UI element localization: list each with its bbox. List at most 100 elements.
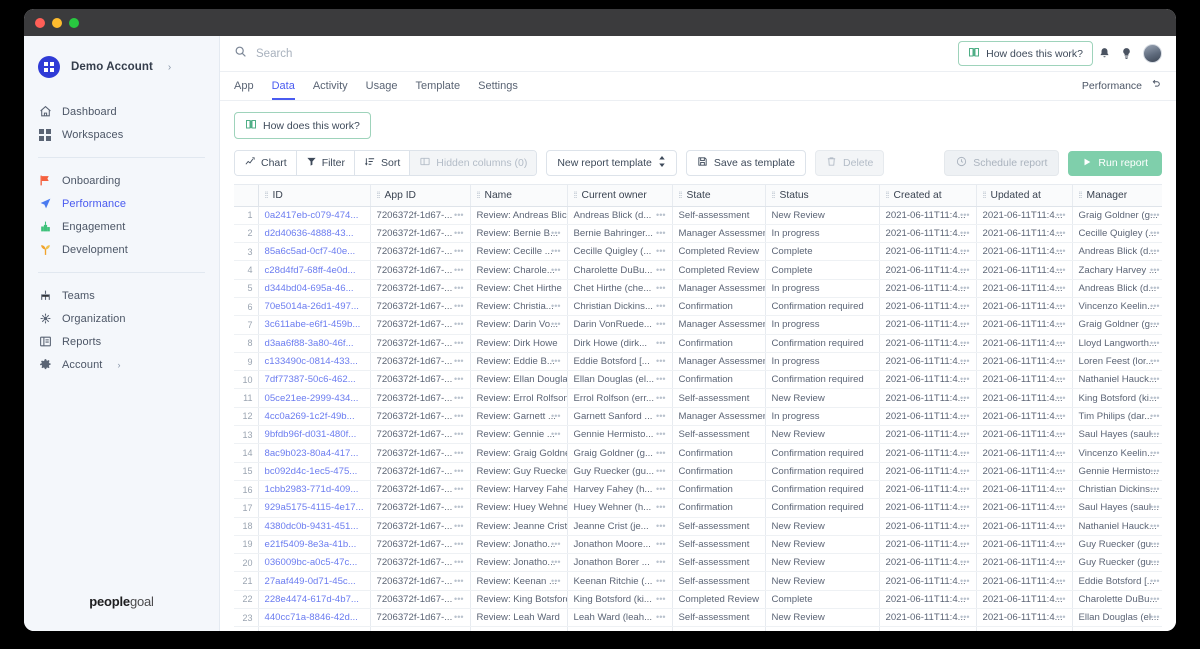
window-close-button[interactable] (35, 17, 45, 28)
cell-menu-icon[interactable]: ••• (656, 448, 665, 458)
cell-manager[interactable]: ••• King Botsford (ki... (1072, 388, 1162, 408)
cell-id[interactable]: 228e4474-617d-4b7... (258, 590, 371, 610)
cell-status[interactable]: Confirmation required (765, 370, 880, 390)
cell-status[interactable]: Confirmation required (765, 498, 880, 518)
table-row[interactable]: 22 228e4474-617d-4b7... ••• 7206372f-1d67-.… (234, 590, 1162, 610)
cell-manager[interactable]: ••• Saul Hayes (saul... (1072, 425, 1162, 445)
cell-current-owner[interactable]: ••• Andreas Blick (d... (567, 206, 673, 225)
cell-name[interactable]: Review: Chet Hirthe (470, 279, 568, 298)
cell-state[interactable]: Completed Review (672, 260, 766, 280)
cell-updated-at[interactable]: •••2021-06-11T11:4... (976, 553, 1073, 573)
cell-updated-at[interactable]: •••2021-06-11T11:4... (976, 206, 1073, 225)
cell-menu-icon[interactable]: ••• (656, 594, 665, 604)
cell-app-id[interactable]: •••7206372f-1d67-... (370, 462, 471, 481)
cell-app-id[interactable]: •••7206372f-1d67-... (370, 517, 471, 536)
cell-state[interactable]: Manager Assessment (672, 407, 766, 427)
cell-menu-icon[interactable]: ••• (656, 338, 665, 348)
column-header-current-owner[interactable]: ⁞⁞ Current owner (567, 185, 673, 207)
run-report-button[interactable]: Run report (1068, 150, 1162, 176)
cell-name[interactable]: ••• Review: Darin Vo... (470, 315, 568, 335)
cell-manager[interactable]: ••• Andreas Blick (d... (1072, 242, 1162, 262)
cell-state[interactable]: Confirmation (672, 334, 766, 353)
cell-current-owner[interactable]: ••• Huey Wehner (h... (567, 498, 673, 518)
cell-id[interactable]: 85a6c5ad-0cf7-40e... (258, 242, 371, 262)
cell-status[interactable]: Confirmation required (765, 462, 880, 481)
cell-created-at[interactable]: •••2021-06-11T11:4... (879, 498, 977, 518)
cell-name[interactable]: ••• Review: Charole... (470, 260, 568, 280)
cell-name[interactable]: Review: Ellan Douglas (470, 370, 568, 390)
cell-menu-icon[interactable]: ••• (656, 557, 665, 567)
cell-menu-icon[interactable]: ••• (454, 612, 463, 622)
cell-id[interactable]: d2d40636-4888-43... (258, 224, 371, 244)
cell-app-id[interactable]: •••7206372f-1d67-... (370, 370, 471, 390)
cell-menu-icon[interactable]: ••• (454, 630, 463, 631)
cell-state[interactable]: Confirmation (672, 443, 766, 463)
cell-state[interactable]: Confirmation (672, 297, 766, 317)
cell-app-id[interactable]: •••7206372f-1d67-... (370, 590, 471, 610)
cell-created-at[interactable]: •••2021-06-11T11:4... (879, 608, 977, 628)
cell-menu-icon[interactable]: ••• (656, 630, 665, 631)
cell-menu-icon[interactable]: ••• (454, 594, 463, 604)
cell-menu-icon[interactable]: ••• (454, 356, 463, 366)
cell-created-at[interactable]: •••2021-06-11T11:4... (879, 535, 977, 555)
cell-name[interactable]: Review: Leah Ward (470, 608, 568, 628)
cell-state[interactable]: Self-assessment (672, 553, 766, 573)
cell-id[interactable]: 27aaf449-0d71-45c... (258, 571, 371, 591)
cell-id[interactable]: e21f5409-8e3a-41b... (258, 535, 371, 555)
cell-updated-at[interactable]: •••2021-06-11T11:4... (976, 315, 1073, 335)
cell-status[interactable]: Complete (765, 626, 880, 631)
cell-created-at[interactable]: •••2021-06-11T11:4... (879, 626, 977, 631)
cell-status[interactable]: Confirmation required (765, 334, 880, 353)
cell-updated-at[interactable]: •••2021-06-11T11:4... (976, 480, 1073, 500)
cell-menu-icon[interactable]: ••• (454, 283, 463, 293)
cell-menu-icon[interactable]: ••• (454, 228, 463, 238)
cell-current-owner[interactable]: ••• Leah Ward (leah... (567, 608, 673, 628)
how-does-this-work-button-header[interactable]: How does this work? (958, 41, 1093, 66)
cell-state[interactable]: Manager Assessment (672, 279, 766, 298)
cell-updated-at[interactable]: •••2021-06-11T11:4... (976, 517, 1073, 536)
cell-status[interactable]: New Review (765, 206, 880, 225)
cell-menu-icon[interactable]: ••• (454, 265, 463, 275)
cell-id[interactable]: d344bd04-695a-46... (258, 279, 371, 298)
table-row[interactable]: 2 d2d40636-4888-43... ••• 7206372f-1d67-...… (234, 224, 1162, 244)
table-row[interactable]: 13 9bfdb96f-d031-480f... ••• 7206372f-1d67-… (234, 425, 1162, 445)
cell-current-owner[interactable]: ••• Keenan Ritchie (... (567, 571, 673, 591)
cell-manager[interactable]: ••• Guy Ruecker (gu... (1072, 553, 1162, 573)
table-row[interactable]: 24b329c2f9-c156-4141...•••7206372f-1d67-… (234, 626, 1162, 631)
sort-button[interactable]: Sort (355, 151, 411, 175)
cell-created-at[interactable]: •••2021-06-11T11:4... (879, 425, 977, 445)
tab-activity[interactable]: Activity (313, 72, 348, 100)
cell-state[interactable]: Self-assessment (672, 517, 766, 536)
sidebar-item-account[interactable]: Account › (24, 353, 219, 376)
cell-manager[interactable]: ••• Saul Hayes (saul... (1072, 498, 1162, 518)
cell-status[interactable]: New Review (765, 535, 880, 555)
cell-updated-at[interactable]: •••2021-06-11T11:4... (976, 608, 1073, 628)
column-header-app-id[interactable]: ⁞⁞ App ID (370, 185, 471, 207)
table-row[interactable]: 21 27aaf449-0d71-45c... ••• 7206372f-1d67-.… (234, 571, 1162, 591)
cell-updated-at[interactable]: •••2021-06-11T11:4... (976, 425, 1073, 445)
cell-name[interactable]: ••• Review: Keenan ... (470, 571, 568, 591)
notifications-icon[interactable] (1093, 47, 1115, 60)
cell-created-at[interactable]: •••2021-06-11T11:4... (879, 480, 977, 500)
cell-menu-icon[interactable]: ••• (656, 484, 665, 494)
cell-name[interactable]: Review: Graig Goldner (470, 443, 568, 463)
cell-menu-icon[interactable]: ••• (656, 411, 665, 421)
cell-name[interactable]: ••• Review: Eddie B... (470, 352, 568, 372)
cell-created-at[interactable]: •••2021-06-11T11:4... (879, 462, 977, 481)
cell-menu-icon[interactable]: ••• (656, 393, 665, 403)
cell-manager[interactable]: ••• Guy Ruecker (gu... (1072, 535, 1162, 555)
cell-app-id[interactable]: •••7206372f-1d67-... (370, 315, 471, 335)
cell-state[interactable]: Manager Assessment (672, 315, 766, 335)
search-input[interactable] (256, 47, 556, 60)
cell-state[interactable]: Self-assessment (672, 388, 766, 408)
cell-app-id[interactable]: •••7206372f-1d67-... (370, 425, 471, 445)
cell-app-id[interactable]: •••7206372f-1d67-... (370, 407, 471, 427)
cell-manager[interactable]: ••• Christian Dickins... (1072, 480, 1162, 500)
cell-manager[interactable]: ••• Gennie Hermisto... (1072, 462, 1162, 481)
cell-created-at[interactable]: •••2021-06-11T11:4... (879, 443, 977, 463)
cell-menu-icon[interactable]: ••• (656, 283, 665, 293)
cell-manager[interactable]: ••• Lloyd Langworth... (1072, 334, 1162, 353)
cell-id[interactable]: 05ce21ee-2999-434... (258, 388, 371, 408)
column-header-state[interactable]: ⁞⁞ State (672, 185, 766, 207)
cell-created-at[interactable]: •••2021-06-11T11:4... (879, 590, 977, 610)
